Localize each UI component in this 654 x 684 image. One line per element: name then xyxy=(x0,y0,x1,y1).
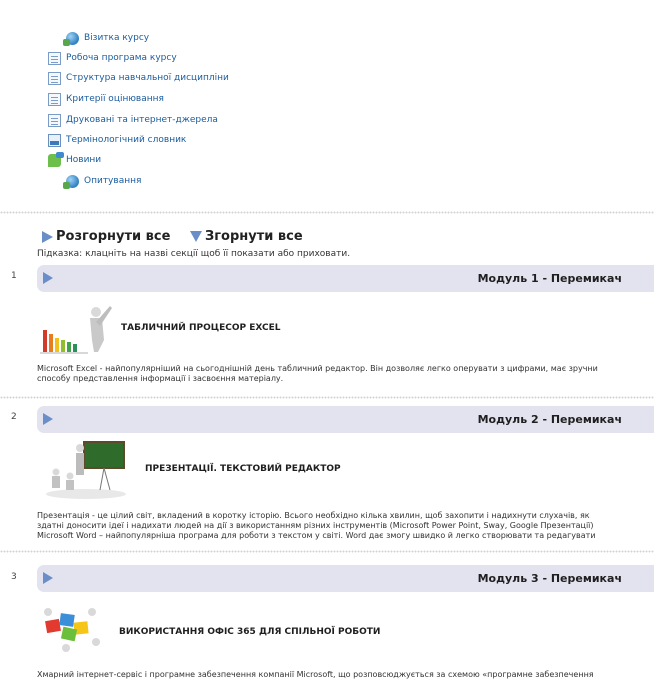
document-icon xyxy=(48,113,61,127)
section-description: Презентація - це цілий світ, вкладений в… xyxy=(37,511,654,541)
resource-vizytka[interactable]: Візитка курсу xyxy=(63,31,149,46)
document-icon xyxy=(48,51,61,65)
description-line: Microsoft Excel - найпопулярніший на сьо… xyxy=(37,364,598,373)
office365-puzzle-illustration xyxy=(44,608,100,652)
section-1-toggle-bar[interactable]: Модуль 1 - Перемикач xyxy=(37,265,654,292)
resource-link[interactable]: Візитка курсу xyxy=(84,33,149,43)
resource-link[interactable]: Структура навчальної дисципліни xyxy=(66,73,229,83)
section-number: 2 xyxy=(11,412,17,422)
resource-link[interactable]: Робоча програма курсу xyxy=(66,53,177,63)
section-description: Хмарний інтернет-сервіс і програмне забе… xyxy=(37,670,654,680)
section-3-toggle-bar[interactable]: Модуль 3 - Перемикач xyxy=(37,565,654,592)
resource-link[interactable]: Новини xyxy=(66,155,101,165)
expand-section-icon xyxy=(43,272,53,284)
resource-link[interactable]: Друковані та інтернет-джерела xyxy=(66,115,218,125)
document-icon xyxy=(48,92,61,106)
expand-all-button[interactable]: Розгорнути все xyxy=(42,229,170,244)
document-icon xyxy=(48,71,61,85)
expand-arrow-icon xyxy=(42,230,53,243)
section-divider xyxy=(0,550,654,553)
resource-link[interactable]: Термінологічний словник xyxy=(66,135,186,145)
globe-icon xyxy=(63,174,79,189)
resource-novyny[interactable]: Новини xyxy=(48,151,101,167)
section-number: 1 xyxy=(11,271,17,281)
section-number: 3 xyxy=(11,572,17,582)
description-line: Презентація - це цілий світ, вкладений в… xyxy=(37,511,590,520)
expand-section-icon xyxy=(43,572,53,584)
resource-struktura[interactable]: Структура навчальної дисципліни xyxy=(48,71,229,85)
resource-link[interactable]: Опитування xyxy=(84,176,141,186)
resource-kryterii[interactable]: Критерії оцінювання xyxy=(48,92,164,106)
section-divider xyxy=(0,211,654,214)
section-2-toggle-bar[interactable]: Модуль 2 - Перемикач xyxy=(37,406,654,433)
section-description: Microsoft Excel - найпопулярніший на сьо… xyxy=(37,364,654,384)
section-title: Модуль 3 - Перемикач xyxy=(477,572,622,585)
globe-icon xyxy=(63,31,79,46)
section-title: Модуль 2 - Перемикач xyxy=(477,413,622,426)
collapse-all-label: Згорнути все xyxy=(205,229,303,244)
expand-section-icon xyxy=(43,413,53,425)
section-heading: ВИКОРИСТАННЯ ОФІС 365 ДЛЯ СПІЛЬНОЇ РОБОТ… xyxy=(119,627,381,637)
presentation-illustration xyxy=(46,441,126,499)
resource-link[interactable]: Критерії оцінювання xyxy=(66,94,164,104)
section-divider xyxy=(0,396,654,399)
section-heading: ТАБЛИЧНИЙ ПРОЦЕСОР EXCEL xyxy=(121,323,281,333)
expand-all-label: Розгорнути все xyxy=(56,229,171,244)
glossary-icon xyxy=(48,133,61,147)
description-line: Хмарний інтернет-сервіс і програмне забе… xyxy=(37,670,594,679)
resource-opytuvannia[interactable]: Опитування xyxy=(63,174,141,189)
collapse-all-button[interactable]: Згорнути все xyxy=(190,229,303,244)
section-title: Модуль 1 - Перемикач xyxy=(477,272,622,285)
section-heading: ПРЕЗЕНТАЦІЇ. ТЕКСТОВИЙ РЕДАКТОР xyxy=(145,464,341,474)
hint-text: Підказка: клацніть на назві секції щоб ї… xyxy=(37,249,351,259)
description-line: здатні доносити ідеї і надихати людей на… xyxy=(37,521,594,530)
description-line: Microsoft Word – найпопулярніша програма… xyxy=(37,531,596,540)
excel-illustration xyxy=(40,306,112,354)
resource-slovnyk[interactable]: Термінологічний словник xyxy=(48,133,186,147)
collapse-arrow-icon xyxy=(190,231,202,242)
resource-dzherela[interactable]: Друковані та інтернет-джерела xyxy=(48,113,218,127)
forum-icon xyxy=(48,151,64,167)
description-line: способу представлення інформації і засво… xyxy=(37,374,284,383)
resource-robocha-prohrama[interactable]: Робоча програма курсу xyxy=(48,51,177,65)
